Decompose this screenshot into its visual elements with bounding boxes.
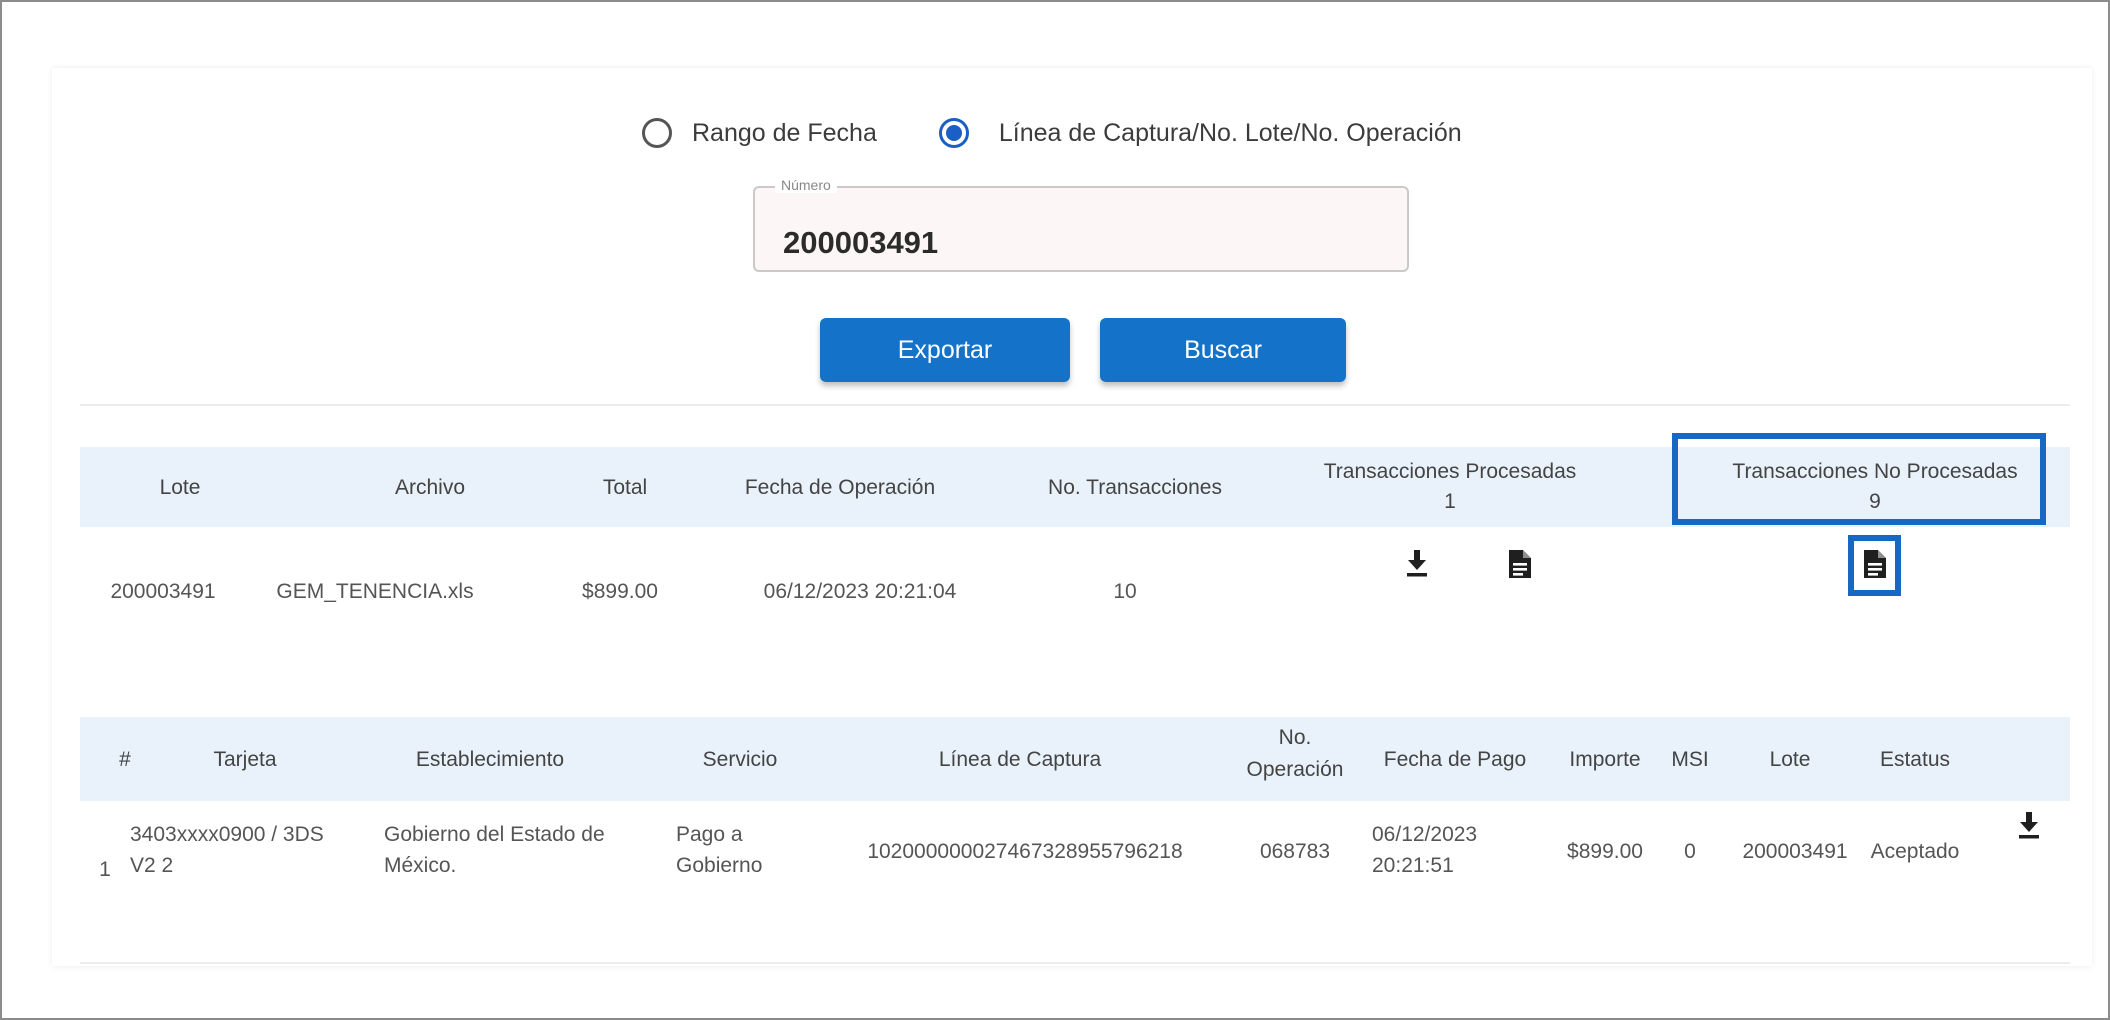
col-header-lote: Lote bbox=[159, 476, 201, 499]
tx-cell-tarjeta-2: V2 2 bbox=[130, 854, 174, 877]
cell-no-transacciones: 10 bbox=[1113, 580, 1137, 603]
tx-cell-estatus: Aceptado bbox=[1870, 840, 1960, 863]
export-button[interactable]: Exportar bbox=[820, 318, 1070, 382]
col-header-archivo: Archivo bbox=[394, 476, 466, 499]
col-header-fecha-operacion: Fecha de Operación bbox=[744, 476, 936, 499]
tx-cell-establecimiento-1: Gobierno del Estado de bbox=[384, 823, 605, 846]
tx-cell-servicio-2: Gobierno bbox=[676, 854, 763, 877]
col-header-estatus: Estatus bbox=[1879, 748, 1951, 771]
tx-cell-fecha-pago-1: 06/12/2023 bbox=[1372, 823, 1478, 846]
bottom-divider bbox=[80, 962, 2070, 964]
cell-lote: 200003491 bbox=[110, 580, 216, 603]
number-input[interactable] bbox=[755, 188, 1407, 270]
tx-cell-msi: 0 bbox=[1684, 840, 1696, 863]
col-header-importe: Importe bbox=[1569, 748, 1641, 771]
tx-cell-num: 1 bbox=[99, 858, 111, 881]
radio-dot bbox=[945, 125, 962, 141]
highlight-no-procesadas-icon bbox=[1848, 535, 1901, 596]
tx-cell-no-operacion: 068783 bbox=[1259, 840, 1331, 863]
download-icon[interactable] bbox=[2015, 810, 2043, 840]
col-header-tarjeta: Tarjeta bbox=[213, 748, 277, 771]
col-header-lote: Lote bbox=[1769, 748, 1811, 771]
tx-cell-tarjeta-1: 3403xxxx0900 / 3DS bbox=[130, 823, 324, 846]
highlight-no-procesadas-header bbox=[1672, 433, 2046, 525]
col-header-no-transacciones: No. Transacciones bbox=[1048, 476, 1222, 499]
file-icon[interactable] bbox=[1507, 548, 1533, 580]
procesadas-count: 1 bbox=[1444, 490, 1456, 513]
tx-cell-establecimiento-2: México. bbox=[384, 854, 457, 877]
col-header-total: Total bbox=[602, 476, 648, 499]
col-header-transacciones-procesadas: Transacciones Procesadas bbox=[1323, 460, 1577, 483]
cell-total: $899.00 bbox=[582, 580, 658, 603]
radio-unchecked-icon[interactable] bbox=[642, 118, 672, 148]
download-icon[interactable] bbox=[1403, 548, 1431, 578]
radio-checked-icon[interactable] bbox=[938, 118, 969, 148]
search-type-radio-group: Rango de Fecha Línea de Captura/No. Lote… bbox=[642, 118, 1462, 148]
search-button[interactable]: Buscar bbox=[1100, 318, 1346, 382]
section-divider bbox=[80, 404, 2070, 406]
cell-archivo: GEM_TENENCIA.xls bbox=[276, 580, 474, 603]
col-header-num: # bbox=[119, 748, 131, 771]
col-header-fecha-pago: Fecha de Pago bbox=[1383, 748, 1527, 771]
tx-cell-lote: 200003491 bbox=[1742, 840, 1848, 863]
tx-cell-servicio-1: Pago a bbox=[676, 823, 743, 846]
cell-fecha-operacion: 06/12/2023 20:21:04 bbox=[763, 580, 957, 603]
col-header-linea-captura: Línea de Captura bbox=[938, 748, 1102, 771]
col-header-establecimiento: Establecimiento bbox=[415, 748, 565, 771]
tx-cell-importe: $899.00 bbox=[1567, 840, 1643, 863]
tx-cell-fecha-pago-2: 20:21:51 bbox=[1372, 854, 1454, 877]
col-header-no-operacion-1: No. bbox=[1278, 726, 1312, 749]
radio-linea-captura-label: Línea de Captura/No. Lote/No. Operación bbox=[998, 118, 1462, 147]
col-header-no-operacion-2: Operación bbox=[1246, 758, 1344, 781]
col-header-servicio: Servicio bbox=[702, 748, 778, 771]
radio-rango-fecha-label: Rango de Fecha bbox=[692, 118, 877, 147]
radio-linea-captura[interactable]: Línea de Captura/No. Lote/No. Operación bbox=[938, 118, 1462, 148]
radio-rango-fecha[interactable]: Rango de Fecha bbox=[642, 118, 877, 148]
col-header-msi: MSI bbox=[1671, 748, 1709, 771]
tx-cell-linea-captura: 102000000027467328955796218 bbox=[867, 840, 1183, 863]
number-field[interactable]: Número bbox=[753, 177, 1409, 272]
